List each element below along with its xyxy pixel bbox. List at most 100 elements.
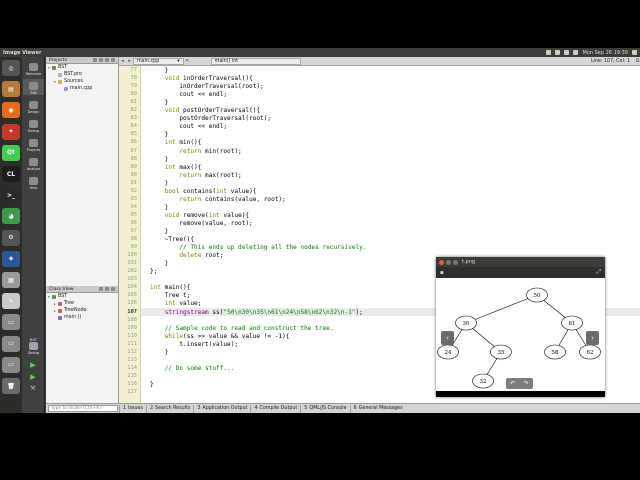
code-line[interactable]: } (150, 180, 169, 187)
debug-run-button[interactable]: ▶ (28, 372, 38, 381)
mode-debug[interactable]: Debug (23, 117, 44, 133)
code-line[interactable]: // Do some stuff... (150, 365, 235, 372)
clock[interactable]: Mon Sep 26 19:39 (582, 50, 628, 56)
code-line[interactable]: stringstream ss("50\n30\n35\n61\n24\n58\… (150, 309, 363, 316)
mode-projects[interactable]: Projects (23, 136, 44, 152)
code-line[interactable]: // This ends up deleting all the nodes r… (150, 244, 366, 251)
sound-icon[interactable] (573, 50, 579, 55)
battery-icon[interactable] (564, 50, 570, 55)
back-icon[interactable]: ◂ (119, 58, 126, 64)
mode-help[interactable]: Help (23, 174, 44, 190)
close-icon[interactable] (111, 287, 115, 291)
code-line[interactable]: void postOrderTraversal(){ (150, 107, 260, 114)
mode-edit[interactable]: Edit (23, 79, 44, 95)
locator-input[interactable]: Type to locate (Ctrl+K) (48, 405, 118, 412)
settings-icon[interactable]: ⚙ (2, 229, 20, 246)
code-line[interactable]: // Sample code to read and construct the… (150, 325, 334, 332)
code-line[interactable]: postOrderTraversal(root); (150, 115, 271, 122)
filter-icon[interactable] (99, 287, 103, 291)
output-tab[interactable]: 4 Compile Output (250, 404, 300, 413)
symbol-combo[interactable]: main() int (210, 57, 301, 65)
forward-icon[interactable]: ▸ (126, 58, 133, 64)
code-line[interactable]: void inOrderTraversal(){ (150, 75, 253, 82)
code-line[interactable]: }; (150, 268, 157, 275)
mode-welcome[interactable]: Welcome (23, 60, 44, 76)
app-icon[interactable]: ◈ (2, 250, 20, 267)
code-line[interactable]: return min(root); (150, 148, 241, 155)
code-line[interactable]: delete root; (150, 252, 223, 259)
tree-item[interactable]: ▾ Sources (46, 78, 118, 85)
editor-icon[interactable]: ✎ (2, 293, 20, 310)
mode-design[interactable]: Design (23, 98, 44, 114)
mode-analyze[interactable]: Analyze (23, 155, 44, 171)
code-line[interactable]: int min(){ (150, 139, 202, 146)
output-tab[interactable]: 2 Search Results (145, 404, 193, 413)
code-line[interactable]: cout << endl; (150, 91, 227, 98)
drive-2-icon[interactable]: ▭ (2, 335, 20, 352)
minimize-window-button[interactable] (446, 259, 451, 265)
next-image-button[interactable]: › (586, 331, 599, 345)
code-line[interactable]: } (150, 156, 169, 163)
network-icon[interactable] (546, 50, 552, 55)
archive-icon[interactable]: ▦ (2, 272, 20, 288)
chrome-icon[interactable]: ◕ (2, 208, 20, 225)
keyboard-icon[interactable] (555, 50, 561, 55)
code-line[interactable]: remove(value, root); (150, 220, 252, 227)
link-icon[interactable] (99, 58, 103, 62)
maximize-window-button[interactable] (453, 259, 458, 265)
rotate-left-icon[interactable]: ↶ (510, 380, 515, 387)
code-line[interactable]: int value; (150, 300, 202, 307)
code-line[interactable]: void remove(int value){ (150, 212, 249, 219)
code-line[interactable]: return contains(value, root); (150, 196, 285, 203)
drive-3-icon[interactable]: ▭ (2, 356, 20, 373)
open-file-combo[interactable]: main.cpp ▾ (133, 57, 184, 65)
trash-icon[interactable]: 🗑 (2, 378, 20, 394)
tree-item[interactable]: main.cpp (46, 85, 118, 92)
code-line[interactable]: } (150, 204, 169, 211)
build-button[interactable]: ⚒ (28, 384, 38, 393)
code-line[interactable]: } (150, 349, 169, 356)
output-tab[interactable]: 3 Application Output (193, 404, 250, 413)
close-file-icon[interactable]: ✕ (184, 58, 191, 64)
code-line[interactable]: inOrderTraversal(root); (150, 83, 263, 90)
classview-pane-title[interactable]: Class View (49, 287, 73, 292)
tree-item[interactable]: ▸ Tree (46, 300, 118, 307)
previous-image-button[interactable]: ‹ (441, 331, 454, 345)
code-line[interactable]: } (150, 67, 169, 74)
power-icon[interactable] (632, 50, 637, 55)
code-line[interactable]: int main(){ (150, 284, 190, 291)
split-editor-icon[interactable]: ⧉ (634, 58, 640, 64)
qt-creator-icon[interactable]: Qt (2, 144, 20, 161)
tree-item[interactable]: main () (46, 314, 118, 321)
rotate-right-icon[interactable]: ↷ (524, 380, 529, 387)
code-line[interactable]: while(ss >> value && value != -1){ (150, 333, 290, 340)
tree-item[interactable]: BST.pro (46, 71, 118, 78)
output-tab[interactable]: 5 QML/JS Console (300, 404, 349, 413)
firefox-icon[interactable]: ◉ (2, 102, 20, 119)
run-button[interactable]: ▶ (28, 360, 38, 369)
code-line[interactable]: bool contains(int value){ (150, 188, 257, 195)
code-line[interactable]: } (150, 99, 169, 106)
clion-icon[interactable]: CL (2, 166, 20, 182)
drive-icon[interactable]: ▭ (2, 314, 20, 331)
split-icon[interactable] (105, 58, 109, 62)
tools-icon[interactable]: ✦ (2, 123, 20, 140)
terminal-icon[interactable]: >_ (2, 187, 20, 204)
tree-item[interactable]: ▾ BST (46, 64, 118, 71)
close-icon[interactable] (111, 58, 115, 62)
dash-icon[interactable]: ◎ (2, 60, 20, 76)
files-icon[interactable]: ▤ (2, 81, 20, 98)
output-tab[interactable]: 1 Issues (119, 404, 146, 413)
kit-selector[interactable]: BST Debug (23, 333, 44, 355)
code-line[interactable]: ~Tree(){ (150, 236, 194, 243)
filter-icon[interactable] (93, 58, 97, 62)
code-line[interactable]: t.insert(value); (150, 341, 238, 348)
code-line[interactable]: } (150, 381, 154, 388)
code-line[interactable]: return max(root); (150, 172, 241, 179)
code-line[interactable]: } (150, 228, 169, 235)
split-icon[interactable] (105, 287, 109, 291)
close-window-button[interactable] (439, 259, 444, 265)
projects-pane-title[interactable]: Projects (49, 58, 67, 63)
code-line[interactable]: cout << endl; (150, 123, 227, 130)
output-tab[interactable]: 6 General Messages (349, 404, 406, 413)
